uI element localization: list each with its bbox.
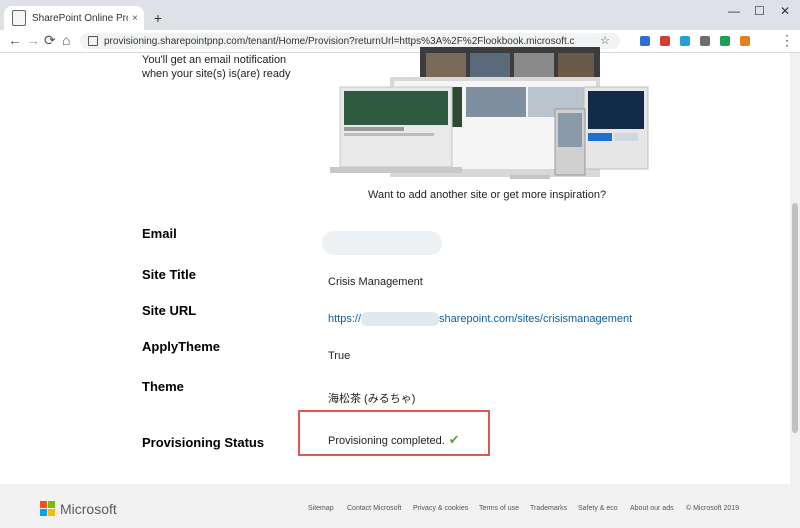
provisioning-status-label: Provisioning Status: [142, 435, 265, 450]
footer-link-contact[interactable]: Contact Microsoft: [347, 505, 401, 512]
back-button[interactable]: ←: [8, 32, 22, 48]
footer-copyright: © Microsoft 2019: [686, 505, 740, 512]
tab-bar: SharePoint Online Provisioning × + — ☐ ✕: [0, 0, 800, 30]
footer-link-ads[interactable]: About our ads: [630, 505, 674, 512]
maximize-button[interactable]: ☐: [754, 4, 765, 18]
page-content: You'll get an email notification when yo…: [0, 47, 790, 528]
footer-link-safety[interactable]: Safety & eco: [578, 505, 618, 512]
new-tab-button[interactable]: +: [150, 10, 166, 26]
status-text: Provisioning completed.: [328, 435, 445, 447]
reload-button[interactable]: ⟳: [44, 32, 56, 49]
apply-theme-value: True: [328, 350, 351, 362]
minimize-button[interactable]: —: [728, 4, 740, 18]
microsoft-brand: Microsoft: [60, 501, 117, 517]
site-url-blurred: [361, 312, 440, 326]
check-icon: ✔: [448, 432, 460, 447]
scrollbar[interactable]: [790, 53, 800, 528]
site-title-value: Crisis Management: [328, 276, 423, 288]
site-url-prefix: https://: [328, 312, 362, 325]
site-url-suffix: sharepoint.com/sites/crisismanagement: [439, 312, 633, 325]
footer-link-trademarks[interactable]: Trademarks: [530, 505, 567, 512]
url-text[interactable]: provisioning.sharepointpnp.com/tenant/Ho…: [104, 36, 574, 47]
email-value-blurred: [322, 231, 442, 255]
browser-menu-icon[interactable]: ⋮: [780, 32, 794, 49]
site-title-label: Site Title: [142, 267, 196, 282]
tab-title: SharePoint Online Provisioning: [32, 12, 128, 24]
site-url-label: Site URL: [142, 303, 197, 318]
email-label: Email: [142, 226, 177, 241]
extension-icon[interactable]: [700, 36, 710, 46]
email-notification-text: You'll get an email notification when yo…: [142, 54, 291, 80]
microsoft-logo-icon: [40, 501, 56, 517]
extension-icon[interactable]: [720, 36, 730, 46]
extension-icon[interactable]: [660, 36, 670, 46]
close-tab-icon[interactable]: ×: [132, 13, 138, 24]
home-button[interactable]: ⌂: [62, 32, 70, 48]
forward-button[interactable]: →: [26, 32, 40, 48]
inspiration-text: Want to add another site or get more ins…: [368, 189, 607, 201]
apply-theme-label: ApplyTheme: [142, 339, 221, 354]
site-url-link[interactable]: https:// sharepoint.com/sites/crisismanag…: [328, 312, 632, 326]
browser-tab[interactable]: SharePoint Online Provisioning ×: [4, 6, 144, 30]
theme-value: 海松茶 (みるちゃ): [328, 393, 416, 405]
scrollbar-thumb[interactable]: [792, 203, 798, 433]
hero-image: [330, 47, 649, 179]
footer-link-terms[interactable]: Terms of use: [479, 505, 519, 512]
footer-link-sitemap[interactable]: Sitemap: [308, 505, 334, 512]
lock-icon: [88, 36, 98, 46]
close-window-button[interactable]: ✕: [780, 4, 790, 18]
extension-icon[interactable]: [680, 36, 690, 46]
page-icon: [12, 10, 26, 26]
extension-icon[interactable]: [740, 36, 750, 46]
extension-icon[interactable]: [640, 36, 650, 46]
provisioning-status-value: Provisioning completed. ✔: [328, 432, 460, 448]
star-icon[interactable]: ☆: [600, 34, 610, 47]
footer-link-privacy[interactable]: Privacy & cookies: [413, 505, 468, 512]
theme-label: Theme: [142, 379, 184, 394]
